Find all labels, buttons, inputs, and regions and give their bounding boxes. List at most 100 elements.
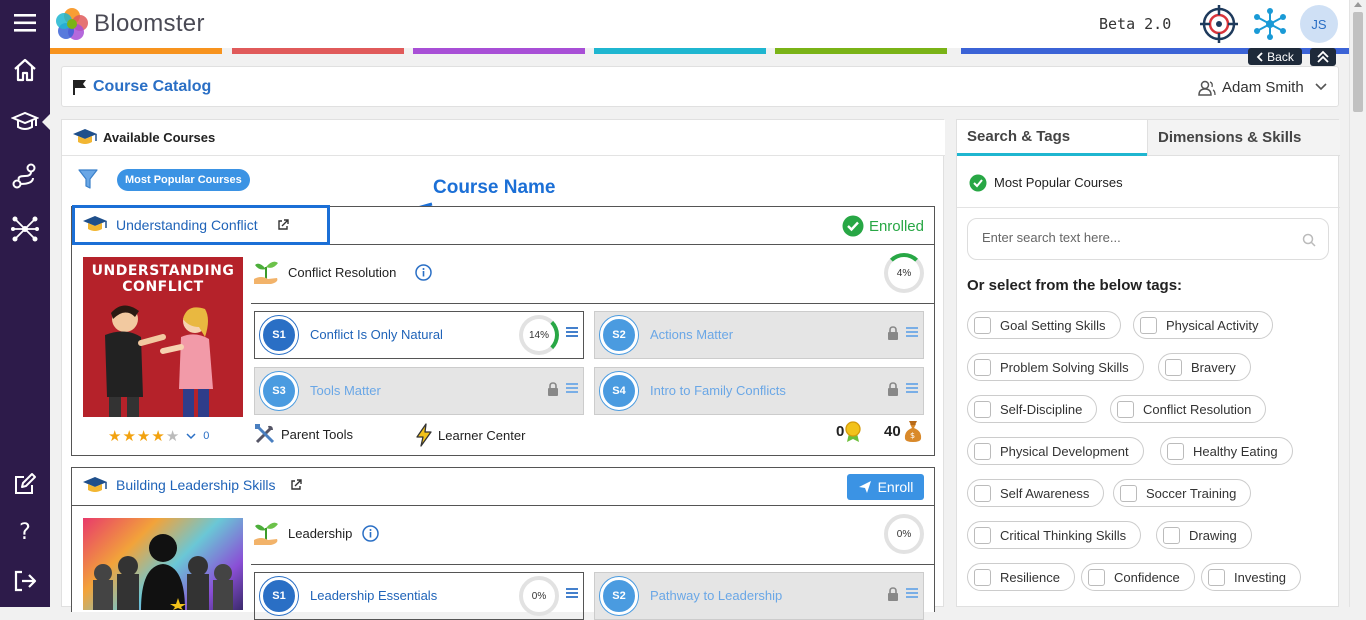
selected-tag-label[interactable]: Most Popular Courses xyxy=(994,175,1123,190)
section-badge: S4 xyxy=(600,372,638,410)
checkbox[interactable] xyxy=(1208,568,1225,586)
check-circle-icon xyxy=(969,174,987,192)
collapse-button[interactable] xyxy=(1310,48,1336,66)
back-button[interactable]: Back xyxy=(1248,48,1302,65)
check-circle-icon xyxy=(842,215,864,237)
tag-chip[interactable]: Physical Development xyxy=(967,437,1144,465)
tag-chip[interactable]: Physical Activity xyxy=(1133,311,1274,339)
coins-value: 40 xyxy=(884,422,901,440)
info-icon[interactable] xyxy=(362,525,379,542)
section-name[interactable]: Actions Matter xyxy=(650,327,733,342)
section-name[interactable]: Pathway to Leadership xyxy=(650,588,782,603)
chevron-down-icon[interactable] xyxy=(1315,82,1327,92)
checkbox[interactable] xyxy=(974,316,991,334)
checkbox[interactable] xyxy=(974,484,991,502)
section-name[interactable]: Leadership Essentials xyxy=(310,588,437,603)
tag-chip[interactable]: Goal Setting Skills xyxy=(967,311,1121,339)
tag-label: Problem Solving Skills xyxy=(1000,359,1129,375)
list-menu-icon[interactable] xyxy=(905,325,919,339)
tag-chip[interactable]: Healthy Eating xyxy=(1160,437,1293,465)
menu-icon[interactable] xyxy=(0,3,50,43)
checkbox[interactable] xyxy=(974,400,991,418)
section-card[interactable]: S1 Leadership Essentials 0% xyxy=(254,572,584,620)
checkbox[interactable] xyxy=(974,442,991,460)
tab-dimensions-skills[interactable]: Dimensions & Skills xyxy=(1147,120,1340,156)
checkbox[interactable] xyxy=(1167,442,1184,460)
edit-icon[interactable] xyxy=(0,464,50,504)
checkbox[interactable] xyxy=(1163,526,1180,544)
page-scrollbar[interactable] xyxy=(1349,0,1366,607)
tag-chip[interactable]: Drawing xyxy=(1156,521,1252,549)
parent-tools-link[interactable]: Parent Tools xyxy=(254,423,353,445)
brand[interactable]: Bloomster xyxy=(54,6,205,42)
section-name[interactable]: Intro to Family Conflicts xyxy=(650,383,786,398)
enroll-label: Enroll xyxy=(877,479,914,495)
course-image[interactable] xyxy=(83,518,243,610)
tag-chip[interactable]: Resilience xyxy=(967,563,1075,591)
tag-chip[interactable]: Confidence xyxy=(1081,563,1195,591)
checkbox[interactable] xyxy=(1140,316,1157,334)
active-indicator xyxy=(42,114,50,130)
tag-chip[interactable]: Investing xyxy=(1201,563,1302,591)
checkbox[interactable] xyxy=(1088,568,1105,586)
scroll-thumb[interactable] xyxy=(1353,12,1363,112)
search-icon[interactable] xyxy=(1302,233,1316,247)
user-name[interactable]: Adam Smith xyxy=(1222,79,1304,96)
pathway-icon[interactable] xyxy=(0,156,50,196)
tag-chip[interactable]: Self Awareness xyxy=(967,479,1105,507)
checkbox[interactable] xyxy=(1120,484,1137,502)
target-icon[interactable] xyxy=(1200,5,1238,48)
tag-chip[interactable]: Problem Solving Skills xyxy=(967,353,1144,381)
section-card-locked[interactable]: S3 Tools Matter xyxy=(254,367,584,415)
skills-network-icon[interactable] xyxy=(1253,7,1287,46)
tag-chip[interactable]: Self-Discipline xyxy=(967,395,1098,423)
stripe-red xyxy=(232,48,404,54)
network-icon[interactable] xyxy=(0,209,50,249)
search-input[interactable] xyxy=(982,230,1292,245)
tag-chip[interactable]: Conflict Resolution xyxy=(1110,395,1267,423)
active-filter-pill[interactable]: Most Popular Courses xyxy=(117,169,250,191)
tag-chip[interactable]: Bravery xyxy=(1158,353,1251,381)
external-link-icon[interactable] xyxy=(290,479,302,491)
tab-search-tags[interactable]: Search & Tags xyxy=(957,120,1147,156)
back-label: Back xyxy=(1267,49,1294,64)
user-avatar[interactable]: JS xyxy=(1300,5,1338,43)
section-card[interactable]: S1 Conflict Is Only Natural 14% xyxy=(254,311,584,359)
info-icon[interactable] xyxy=(415,264,432,281)
rating-stars[interactable]: ★ ★ ★ ★ ★ 0 xyxy=(108,427,209,445)
home-icon[interactable] xyxy=(0,50,50,90)
tag-chip[interactable]: Critical Thinking Skills xyxy=(967,521,1142,549)
checkbox[interactable] xyxy=(1165,358,1182,376)
list-menu-icon[interactable] xyxy=(565,586,579,600)
list-menu-icon[interactable] xyxy=(905,381,919,395)
checkbox[interactable] xyxy=(974,358,991,376)
lock-icon xyxy=(888,326,898,340)
badges-count: 0 xyxy=(836,419,862,443)
course-name-link[interactable]: Building Leadership Skills xyxy=(116,477,276,493)
scroll-up-arrow[interactable] xyxy=(1354,2,1362,7)
tag-label: Confidence xyxy=(1114,569,1180,585)
list-menu-icon[interactable] xyxy=(565,381,579,395)
learner-center-link[interactable]: Learner Center xyxy=(415,423,525,447)
course-image[interactable]: UNDERSTANDING CONFLICT xyxy=(83,257,243,417)
list-menu-icon[interactable] xyxy=(905,586,919,600)
top-bar: Bloomster Beta 2.0 JS xyxy=(50,0,1349,48)
list-menu-icon[interactable] xyxy=(565,325,579,339)
checkbox[interactable] xyxy=(974,568,991,586)
enroll-button[interactable]: Enroll xyxy=(847,474,924,500)
badges-value: 0 xyxy=(836,422,845,440)
checkbox[interactable] xyxy=(974,526,991,544)
rating-count: 0 xyxy=(203,430,210,442)
help-icon[interactable]: ? xyxy=(0,512,50,552)
logout-icon[interactable] xyxy=(0,561,50,601)
section-name[interactable]: Conflict Is Only Natural xyxy=(310,327,443,342)
section-card-locked[interactable]: S4 Intro to Family Conflicts xyxy=(594,367,924,415)
section-name[interactable]: Tools Matter xyxy=(310,383,381,398)
course-image-title: UNDERSTANDING CONFLICT xyxy=(83,263,243,295)
filter-icon[interactable] xyxy=(78,168,98,190)
tag-chip[interactable]: Soccer Training xyxy=(1113,479,1252,507)
section-card-locked[interactable]: S2 Pathway to Leadership xyxy=(594,572,924,620)
bloomster-logo-icon xyxy=(56,8,88,40)
checkbox[interactable] xyxy=(1117,400,1134,418)
section-card-locked[interactable]: S2 Actions Matter xyxy=(594,311,924,359)
